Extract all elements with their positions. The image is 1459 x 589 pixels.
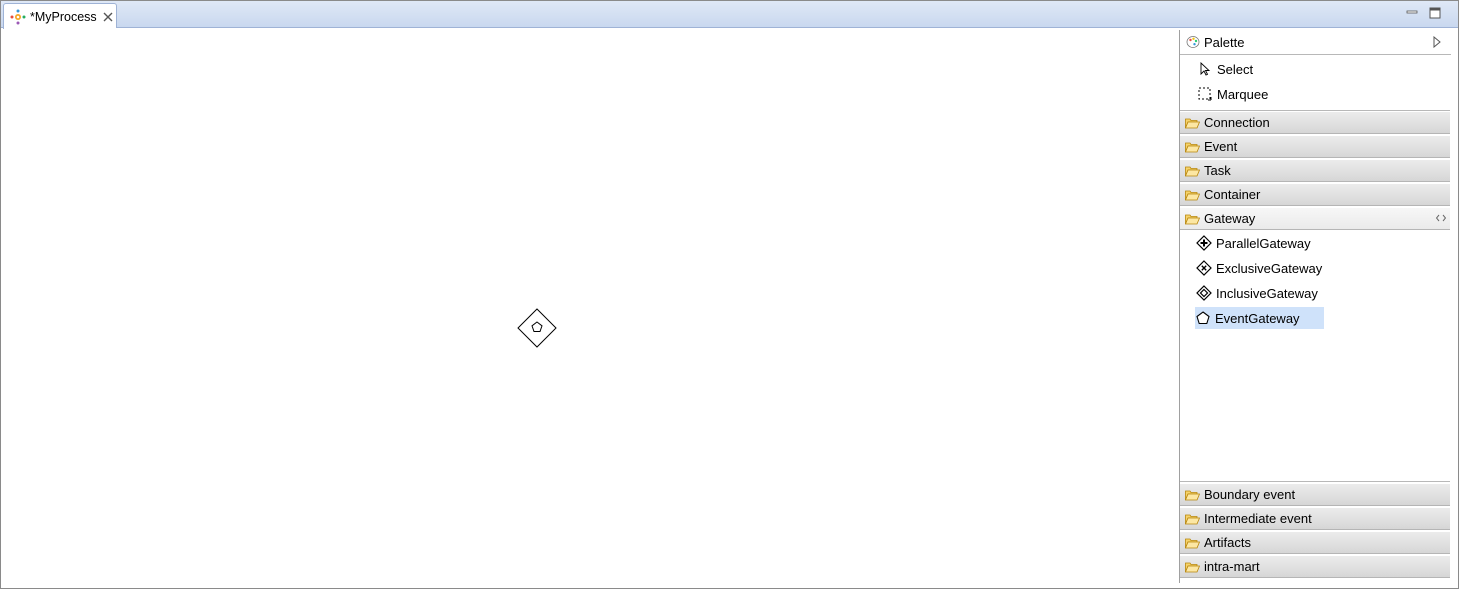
parallel-gateway-entry[interactable]: ParallelGateway bbox=[1196, 232, 1317, 254]
palette-separator bbox=[1180, 110, 1450, 111]
drawer-label: Container bbox=[1204, 187, 1261, 202]
close-icon[interactable] bbox=[103, 12, 113, 22]
drawer-label: Event bbox=[1204, 139, 1238, 154]
event-gateway-entry[interactable]: EventGateway bbox=[1195, 307, 1324, 329]
entry-label: ExclusiveGateway bbox=[1216, 260, 1323, 276]
event-gateway-icon bbox=[1196, 311, 1210, 325]
folder-open-icon bbox=[1185, 166, 1200, 176]
palette-separator bbox=[1180, 481, 1450, 482]
select-tool[interactable]: Select bbox=[1198, 58, 1253, 80]
tab-myprocess[interactable]: *MyProcess bbox=[3, 3, 117, 29]
drawer-label: Gateway bbox=[1204, 211, 1256, 226]
folder-open-icon bbox=[1185, 562, 1200, 572]
editor-window: *MyProcess Palette Select Marquee Connec… bbox=[0, 0, 1459, 589]
folder-open-icon bbox=[1185, 514, 1200, 524]
select-tool-label: Select bbox=[1217, 61, 1254, 77]
diagram-canvas[interactable] bbox=[5, 28, 1178, 583]
inclusive-gateway-icon bbox=[1196, 285, 1212, 301]
drawer-container[interactable]: Container bbox=[1180, 184, 1450, 206]
palette-icon bbox=[1186, 36, 1200, 48]
inclusive-gateway-entry[interactable]: InclusiveGateway bbox=[1196, 282, 1324, 304]
exclusive-gateway-icon bbox=[1196, 260, 1212, 276]
minimize-icon[interactable] bbox=[1405, 6, 1419, 20]
entry-label: InclusiveGateway bbox=[1216, 285, 1318, 301]
folder-open-icon bbox=[1185, 118, 1200, 128]
drawer-task[interactable]: Task bbox=[1180, 160, 1450, 182]
event-gateway-shape[interactable] bbox=[517, 308, 557, 348]
exclusive-gateway-entry[interactable]: ExclusiveGateway bbox=[1196, 257, 1328, 279]
editor-tab-bar: *MyProcess bbox=[1, 1, 1458, 29]
drawer-event[interactable]: Event bbox=[1180, 136, 1450, 158]
drawer-label: Task bbox=[1204, 163, 1231, 178]
arrow-pointer-icon bbox=[1200, 62, 1211, 76]
entry-label: ParallelGateway bbox=[1216, 235, 1311, 251]
drawer-label: intra-mart bbox=[1204, 559, 1260, 574]
pin-drawer-icon[interactable] bbox=[1436, 214, 1446, 222]
drawer-boundary-event[interactable]: Boundary event bbox=[1180, 484, 1450, 506]
parallel-gateway-icon bbox=[1196, 235, 1212, 251]
marquee-tool-label: Marquee bbox=[1217, 86, 1269, 102]
drawer-label: Intermediate event bbox=[1204, 511, 1312, 526]
entry-label: EventGateway bbox=[1215, 310, 1300, 326]
folder-open-icon bbox=[1185, 538, 1200, 548]
folder-open-icon bbox=[1185, 190, 1200, 200]
drawer-intermediate-event[interactable]: Intermediate event bbox=[1180, 508, 1450, 530]
tab-title: *MyProcess bbox=[30, 9, 97, 24]
folder-open-icon bbox=[1185, 490, 1200, 500]
palette-header[interactable]: Palette bbox=[1180, 30, 1451, 55]
drawer-label: Connection bbox=[1204, 115, 1270, 130]
drawer-intra-mart[interactable]: intra-mart bbox=[1180, 556, 1450, 578]
drawer-connection[interactable]: Connection bbox=[1180, 112, 1450, 134]
drawer-gateway[interactable]: Gateway bbox=[1180, 208, 1450, 230]
collapse-palette-icon[interactable] bbox=[1433, 36, 1441, 48]
drawer-label: Boundary event bbox=[1204, 487, 1296, 502]
marquee-tool[interactable]: Marquee bbox=[1198, 83, 1268, 105]
palette-panel: Palette Select Marquee Connection Event … bbox=[1179, 30, 1451, 583]
drawer-label: Artifacts bbox=[1204, 535, 1251, 550]
maximize-icon[interactable] bbox=[1428, 6, 1442, 20]
palette-title: Palette bbox=[1204, 34, 1245, 50]
process-icon bbox=[10, 9, 26, 24]
drawer-artifacts[interactable]: Artifacts bbox=[1180, 532, 1450, 554]
marquee-icon bbox=[1198, 87, 1212, 101]
folder-open-icon bbox=[1185, 142, 1200, 152]
folder-open-icon bbox=[1185, 214, 1200, 224]
